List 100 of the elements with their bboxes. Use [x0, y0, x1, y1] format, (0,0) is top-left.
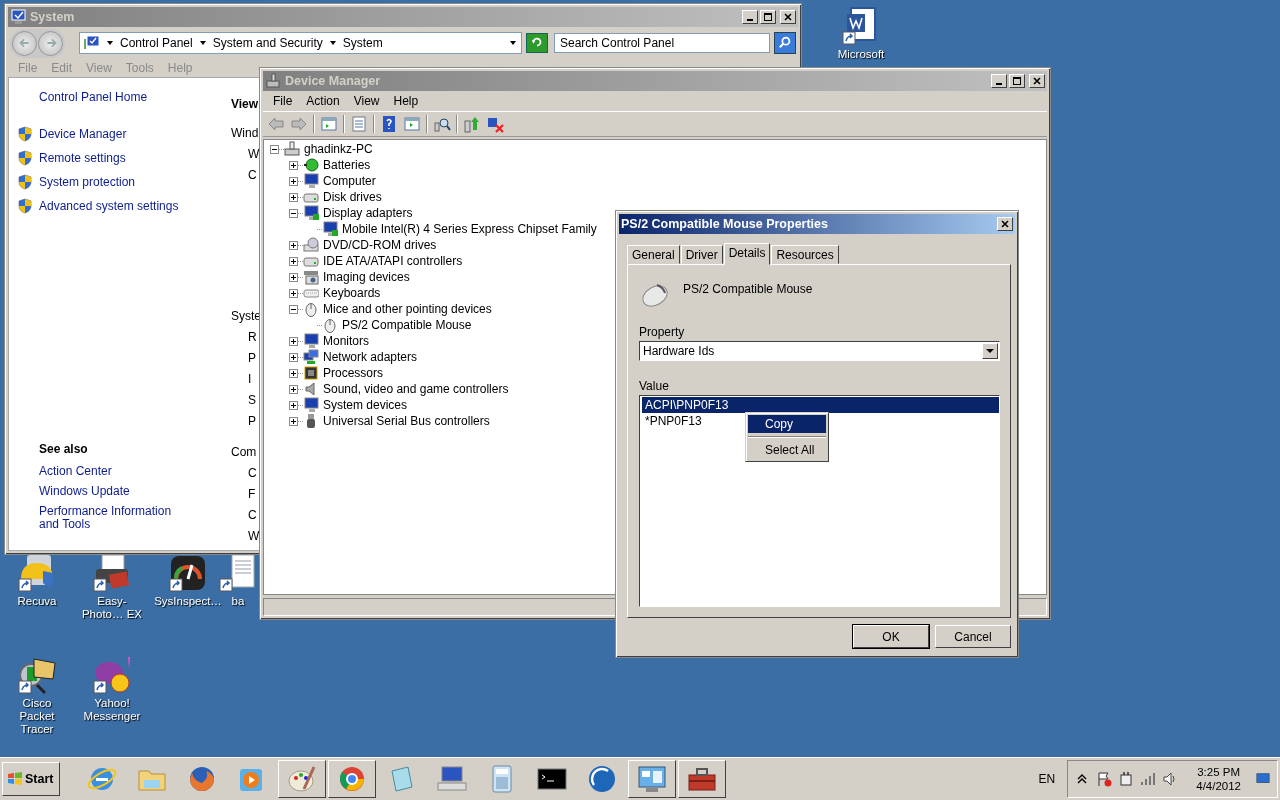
pane-icon[interactable]	[320, 115, 338, 133]
language-indicator[interactable]: EN	[1038, 772, 1056, 786]
task-link[interactable]: Device Manager	[39, 127, 127, 141]
tree-item[interactable]: Processors	[323, 366, 384, 380]
tree-item[interactable]: Computer	[323, 174, 376, 188]
section-heading: Syste	[231, 308, 261, 325]
uninstall-icon[interactable]	[486, 115, 504, 133]
property-dropdown[interactable]: Hardware Ids	[639, 341, 1000, 361]
task-link[interactable]: Advanced system settings	[39, 199, 179, 213]
shortcut-label[interactable]: Easy-Photo… EX	[81, 595, 143, 621]
tree-item[interactable]: Batteries	[323, 158, 371, 172]
shortcut-label[interactable]: Recuva	[17, 595, 57, 608]
expand-toggle[interactable]	[289, 176, 298, 186]
expand-toggle[interactable]	[289, 192, 298, 202]
dialog-button[interactable]: Cancel	[935, 625, 1011, 648]
close-button[interactable]	[997, 217, 1013, 231]
expand-toggle[interactable]	[289, 416, 298, 426]
menu-item[interactable]: View	[347, 94, 388, 108]
tree-item[interactable]: DVD/CD-ROM drives	[323, 238, 437, 252]
gauge-icon[interactable]	[168, 553, 208, 593]
tab[interactable]: Resources	[771, 245, 839, 264]
tree-item[interactable]: Disk drives	[323, 190, 382, 204]
tree-item[interactable]: System devices	[323, 398, 408, 412]
shortcut-label[interactable]: ba	[231, 595, 245, 608]
shortcut-label[interactable]: Cisco Packet Tracer	[6, 697, 68, 736]
task-link[interactable]: System protection	[39, 175, 136, 189]
list-item[interactable]: ACPI\PNP0F13	[642, 397, 999, 413]
shortcut-label[interactable]: Yahoo! Messenger	[81, 697, 143, 723]
expand-toggle[interactable]	[289, 304, 298, 314]
expand-toggle[interactable]	[289, 368, 298, 378]
taskbar-button[interactable]	[278, 760, 327, 798]
caret-icon[interactable]	[198, 39, 207, 47]
expand-toggle[interactable]	[270, 144, 279, 154]
expand-toggle[interactable]	[289, 240, 298, 250]
expand-toggle[interactable]	[289, 352, 298, 362]
caret-icon[interactable]	[509, 39, 517, 47]
tree-item[interactable]: ghadinkz-PC	[304, 142, 373, 156]
address-bar[interactable]: Control Panel System and Security System	[79, 32, 522, 54]
taskbar-button[interactable]	[328, 760, 377, 798]
control-panel-home-link[interactable]: Control Panel Home	[39, 90, 231, 104]
search-button[interactable]	[774, 32, 796, 54]
menu-item[interactable]: Action	[300, 94, 348, 108]
expand-toggle[interactable]	[289, 208, 298, 218]
expand-toggle[interactable]	[289, 272, 298, 282]
breadcrumb-item[interactable]: System and Security	[212, 36, 323, 50]
menu-item[interactable]: Help	[387, 94, 427, 108]
printer-icon[interactable]	[92, 553, 132, 593]
scan-icon[interactable]	[433, 115, 451, 133]
envelope-icon[interactable]	[17, 655, 57, 695]
tree-item[interactable]: Mice and other pointing devices	[323, 302, 492, 316]
bubble-icon[interactable]	[92, 655, 132, 695]
expand-toggle[interactable]	[289, 400, 298, 410]
shield-icon	[17, 198, 33, 214]
taskbar-button[interactable]	[678, 760, 727, 798]
tree-item[interactable]: Monitors	[323, 334, 369, 348]
plug-icon[interactable]	[1118, 771, 1135, 787]
tree-item[interactable]: Imaging devices	[323, 270, 410, 284]
breadcrumb-item[interactable]: Control Panel	[120, 36, 193, 50]
refresh-button[interactable]	[526, 33, 548, 53]
caret-icon[interactable]	[106, 39, 114, 47]
help-icon[interactable]	[380, 115, 398, 133]
tree-item[interactable]: IDE ATA/ATAPI controllers	[323, 254, 463, 268]
expand-toggle[interactable]	[289, 336, 298, 346]
caret-icon[interactable]	[328, 39, 337, 47]
see-also-link[interactable]: Windows Update	[39, 485, 189, 498]
search-field[interactable]: Search Control Panel	[554, 33, 770, 53]
expand-toggle[interactable]	[289, 160, 298, 170]
flag-icon[interactable]	[1096, 771, 1113, 787]
expand-toggle[interactable]	[289, 256, 298, 266]
monitor-icon	[10, 9, 26, 25]
pane-icon[interactable]	[403, 115, 421, 133]
list-item[interactable]: *PNP0F13	[642, 413, 702, 429]
shortcut-label[interactable]: SysInspect…	[154, 595, 222, 608]
menu-item[interactable]: File	[267, 94, 301, 108]
dialog-button[interactable]: OK	[853, 625, 929, 648]
tree-item[interactable]: Network adapters	[323, 350, 418, 364]
menu-item[interactable]: Copy	[748, 415, 826, 433]
tab[interactable]: Driver	[680, 245, 723, 264]
shortcut-label[interactable]: Microsoft	[837, 48, 885, 61]
tab[interactable]: Details	[723, 243, 771, 265]
signal-icon[interactable]	[1140, 771, 1157, 787]
tree-item[interactable]: Keyboards	[323, 286, 381, 300]
breadcrumb-item[interactable]: System	[342, 36, 383, 50]
see-also-link[interactable]: Action Center	[39, 465, 189, 478]
section-heading: Com	[231, 444, 258, 461]
menu-item[interactable]: Select All	[748, 441, 826, 459]
start-button[interactable]: Start	[2, 762, 61, 796]
tree-item[interactable]: Display adapters	[323, 206, 413, 220]
tree-item[interactable]: Sound, video and game controllers	[323, 382, 509, 396]
taskbar-button[interactable]	[628, 760, 677, 798]
see-also-link[interactable]: Performance Information and Tools	[39, 505, 189, 531]
tree-item[interactable]: Universal Serial Bus controllers	[323, 414, 490, 428]
start-label: Start	[25, 772, 54, 786]
expand-toggle[interactable]	[289, 288, 298, 298]
tab[interactable]: General	[627, 245, 680, 264]
expand-toggle[interactable]	[289, 384, 298, 394]
tree-item[interactable]: Mobile Intel(R) 4 Series Express Chipset Family	[342, 222, 597, 236]
page-icon[interactable]	[218, 553, 258, 593]
tree-item[interactable]: PS/2 Compatible Mouse	[342, 318, 472, 332]
task-link[interactable]: Remote settings	[39, 151, 126, 165]
